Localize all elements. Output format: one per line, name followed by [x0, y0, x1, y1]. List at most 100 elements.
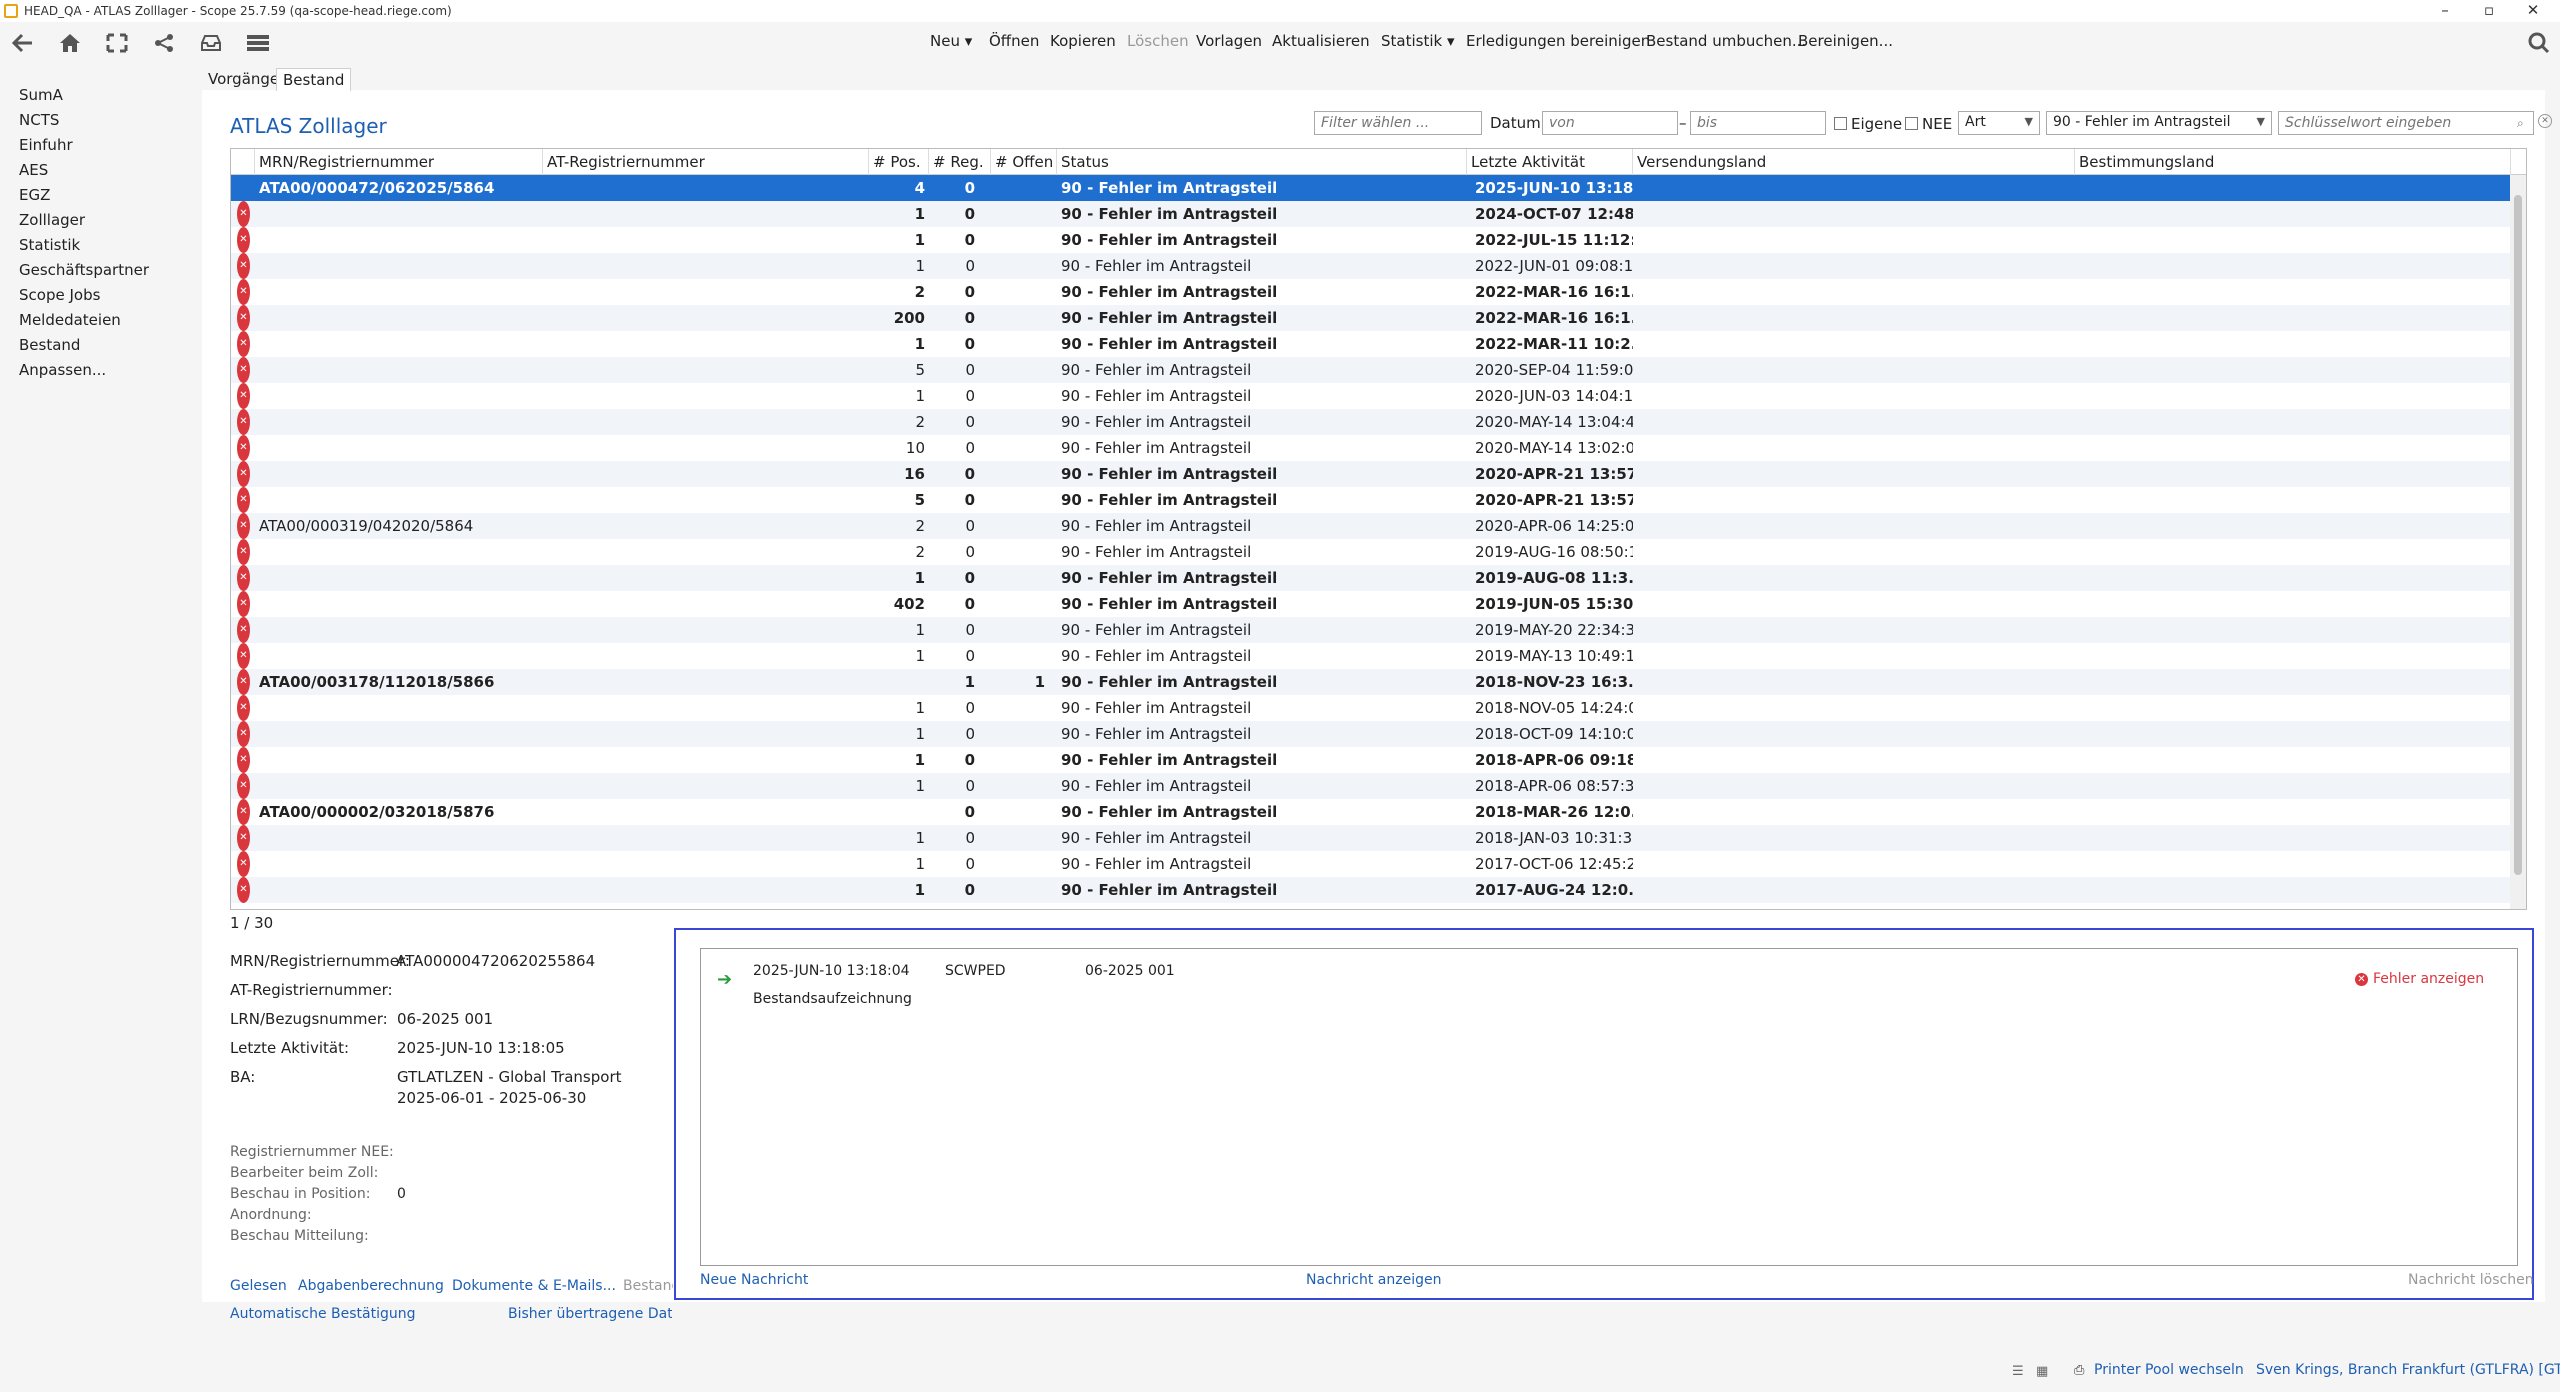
column-header-pos[interactable]: # Pos. — [869, 149, 929, 175]
maximize-button[interactable]: ▫ — [2466, 0, 2512, 22]
sidebar-item-suma[interactable]: SumA — [19, 86, 63, 104]
table-row[interactable]: ✕ 1 0 90 - Fehler im Antragsteil 2018-APR-06… — [231, 773, 2511, 799]
table-row[interactable]: ✕ 200 0 90 - Fehler im Antragsteil 2022-MAR-… — [231, 305, 2511, 331]
table-row[interactable]: ✕ 1 0 90 - Fehler im Antragsteil 2020-JUN-03… — [231, 383, 2511, 409]
new-message-link[interactable]: Neue Nachricht — [700, 1272, 808, 1288]
menu-statistik[interactable]: Statistik ▾ — [1381, 32, 1455, 50]
table-row[interactable]: ✕ 402 0 90 - Fehler im Antragsteil 2019-JUN-… — [231, 591, 2511, 617]
menu-oeffnen[interactable]: Öffnen — [989, 32, 1039, 50]
menu-aktualisieren[interactable]: Aktualisieren — [1272, 32, 1370, 50]
table-row[interactable]: ✕ 2 0 90 - Fehler im Antragsteil 2020-MAY-14… — [231, 409, 2511, 435]
sidebar-item-scope-jobs[interactable]: Scope Jobs — [19, 286, 100, 304]
cell-status: 90 - Fehler im Antragsteil — [1061, 699, 1252, 717]
close-window-button[interactable]: ✕ — [2510, 0, 2556, 22]
dokumente-link[interactable]: Dokumente & E-Mails... — [452, 1278, 616, 1294]
cell-pos: 1 — [914, 751, 925, 769]
cell-reg: 0 — [965, 725, 975, 743]
menu-vorlagen[interactable]: Vorlagen — [1196, 32, 1262, 50]
table-row[interactable]: ✕ 1 0 90 - Fehler im Antragsteil 2019-AUG-08… — [231, 565, 2511, 591]
table-row[interactable]: ✕ 1 0 90 - Fehler im Antragsteil 2019-MAY-13… — [231, 643, 2511, 669]
sidebar-item-egz[interactable]: EGZ — [19, 186, 50, 204]
table-row[interactable]: ✕ 1 0 90 - Fehler im Antragsteil 2018-NOV-05… — [231, 695, 2511, 721]
message-timestamp[interactable]: 2025-JUN-10 13:18:04 — [753, 963, 910, 979]
sidebar-item-zolllager[interactable]: Zolllager — [19, 211, 85, 229]
table-row[interactable]: ✕ 1 0 90 - Fehler im Antragsteil 2017-OCT-06… — [231, 851, 2511, 877]
table-row[interactable]: ✕ 5 0 90 - Fehler im Antragsteil 2020-APR-21… — [231, 487, 2511, 513]
table-row[interactable]: ✕ 1 0 90 - Fehler im Antragsteil 2019-MAY-20… — [231, 617, 2511, 643]
status-select[interactable]: 90 - Fehler im Antragsteil ▼ — [2046, 111, 2272, 135]
sidebar-item-bestand[interactable]: Bestand — [19, 336, 80, 354]
date-to-input[interactable] — [1690, 111, 1826, 135]
menu-loeschen[interactable]: Löschen — [1127, 32, 1189, 50]
column-header-activity[interactable]: Letzte Aktivität — [1467, 149, 1633, 175]
table-row[interactable]: ✕ 1 0 90 - Fehler im Antragsteil 2022-JUL-15… — [231, 227, 2511, 253]
column-header-bestimmungsland[interactable]: Bestimmungsland — [2075, 149, 2511, 175]
error-icon: ✕ — [237, 617, 250, 643]
search-icon[interactable]: ⌕ — [2517, 116, 2524, 131]
error-icon: ✕ — [237, 669, 250, 695]
filter-select-input[interactable] — [1314, 111, 1482, 135]
table-row[interactable]: ✕ 1 0 90 - Fehler im Antragsteil 2018-JAN-03… — [231, 825, 2511, 851]
search-icon[interactable] — [2524, 29, 2554, 57]
art-select[interactable]: Art ▼ — [1958, 111, 2040, 135]
show-errors-link[interactable]: Fehler anzeigen — [2373, 971, 2484, 987]
table-row[interactable]: ✕ 16 0 90 - Fehler im Antragsteil 2020-APR-2… — [231, 461, 2511, 487]
printer-pool-link[interactable]: Printer Pool wechseln — [2094, 1362, 2244, 1378]
scrollbar-thumb[interactable] — [2514, 195, 2522, 875]
bisher-uebertragene-daten-link[interactable]: Bisher übertragene Daten — [508, 1306, 672, 1322]
date-from-input[interactable] — [1542, 111, 1678, 135]
menu-bestand-umbuchen[interactable]: Bestand umbuchen... — [1646, 32, 1806, 50]
table-row[interactable]: ✕ 1 0 90 - Fehler im Antragsteil 2024-OCT-07… — [231, 201, 2511, 227]
table-row[interactable]: ✕ ATA00/000319/042020/5864 2 0 90 - Fehler i… — [231, 513, 2511, 539]
sidebar-item-meldedateien[interactable]: Meldedateien — [19, 311, 121, 329]
column-header-at-reg[interactable]: AT-Registriernummer — [543, 149, 869, 175]
tab-bestand[interactable]: Bestand — [276, 68, 352, 91]
table-row[interactable]: ✕ 1 0 90 - Fehler im Antragsteil 2018-OCT-09… — [231, 721, 2511, 747]
table-row[interactable]: ✕ 1 0 90 - Fehler im Antragsteil 2018-APR-06… — [231, 747, 2511, 773]
abgabenberechnung-link[interactable]: Abgabenberechnung — [298, 1278, 444, 1294]
minimize-button[interactable]: – — [2422, 0, 2468, 22]
sidebar-item-statistik[interactable]: Statistik — [19, 236, 80, 254]
keyword-search-input[interactable] — [2278, 111, 2534, 135]
cell-reg: 0 — [965, 829, 975, 847]
tab-vorgaenge[interactable]: Vorgänge — [202, 68, 285, 90]
menu-bereinigen[interactable]: Bereinigen... — [1798, 32, 1893, 50]
table-row[interactable]: ✕ ATA00/003178/112018/5866 1 1 90 - Fehler i… — [231, 669, 2511, 695]
grid-view-icon[interactable]: ▦ — [2036, 1364, 2048, 1379]
column-header-offen[interactable]: # Offen — [991, 149, 1057, 175]
gelesen-link[interactable]: Gelesen — [230, 1278, 287, 1294]
table-row[interactable]: ATA00/000472/062025/5864 4 0 90 - Fehler im… — [231, 175, 2511, 201]
table-row[interactable]: ✕ 10 0 90 - Fehler im Antragsteil 2020-MAY-1… — [231, 435, 2511, 461]
list-view-icon[interactable]: ☰ — [2012, 1364, 2024, 1379]
automatische-bestaetigung-link[interactable]: Automatische Bestätigung — [230, 1306, 416, 1322]
table-row[interactable]: ✕ 1 0 90 - Fehler im Antragsteil 2017-AUG-24… — [231, 877, 2511, 903]
table-row[interactable]: ✕ 2 0 90 - Fehler im Antragsteil 2022-MAR-16… — [231, 279, 2511, 305]
bestand-link[interactable]: Bestand — [623, 1278, 673, 1294]
menu-neu[interactable]: Neu ▾ — [930, 32, 972, 50]
table-row[interactable]: ✕ 1 0 90 - Fehler im Antragsteil 2022-JUN-01… — [231, 253, 2511, 279]
clear-icon[interactable]: ✕ — [2538, 114, 2552, 128]
sidebar-item-geschaeftspartner[interactable]: Geschäftspartner — [19, 261, 149, 279]
sidebar-item-aes[interactable]: AES — [19, 161, 48, 179]
show-message-link[interactable]: Nachricht anzeigen — [1306, 1272, 1441, 1288]
cell-mrn — [259, 253, 539, 279]
error-icon: ✕ — [237, 877, 250, 903]
table-row[interactable]: ✕ 2 0 90 - Fehler im Antragsteil 2019-AUG-16… — [231, 539, 2511, 565]
table-row[interactable]: ✕ 5 0 90 - Fehler im Antragsteil 2020-SEP-04… — [231, 357, 2511, 383]
user-branch-link[interactable]: Sven Krings, Branch Frankfurt (GTLFRA) [… — [2256, 1362, 2560, 1378]
sidebar-item-einfuhr[interactable]: Einfuhr — [19, 136, 73, 154]
column-header-reg[interactable]: # Reg. — [929, 149, 991, 175]
column-header-mrn[interactable]: MRN/Registriernummer — [255, 149, 543, 175]
delete-message-link[interactable]: Nachricht löschen — [2408, 1272, 2534, 1288]
nee-checkbox[interactable] — [1905, 117, 1918, 130]
eigene-checkbox[interactable] — [1834, 117, 1847, 130]
sidebar-item-anpassen[interactable]: Anpassen... — [19, 361, 106, 379]
menu-erledigungen-bereinigen[interactable]: Erledigungen bereinigen — [1466, 32, 1650, 50]
table-row[interactable]: ✕ ATA00/000002/032018/5876 0 90 - Fehler im… — [231, 799, 2511, 825]
vertical-scrollbar[interactable] — [2510, 175, 2526, 909]
column-header-versendungsland[interactable]: Versendungsland — [1633, 149, 2075, 175]
sidebar-item-ncts[interactable]: NCTS — [19, 111, 59, 129]
table-row[interactable]: ✕ 1 0 90 - Fehler im Antragsteil 2022-MAR-11… — [231, 331, 2511, 357]
menu-kopieren[interactable]: Kopieren — [1050, 32, 1116, 50]
column-header-status[interactable]: Status — [1057, 149, 1467, 175]
